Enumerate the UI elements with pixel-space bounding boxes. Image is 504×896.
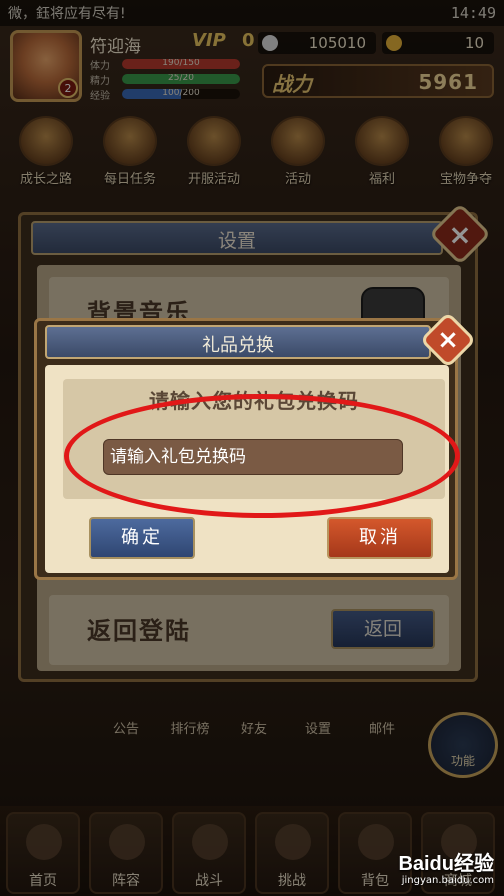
confirm-button[interactable]: 确定 — [89, 517, 195, 559]
watermark: Baidu经验 jingyan.baidu.com — [398, 853, 494, 886]
gift-redeem-dialog: 礼品兑换 请输入您的礼包兑换码 确定 取消 — [34, 318, 458, 580]
cancel-button[interactable]: 取消 — [327, 517, 433, 559]
watermark-brand: Baidu经验 — [398, 853, 494, 875]
watermark-url: jingyan.baidu.com — [401, 875, 494, 886]
gift-input-area: 请输入您的礼包兑换码 — [63, 379, 445, 499]
gift-prompt: 请输入您的礼包兑换码 — [149, 389, 359, 413]
gift-code-input[interactable] — [103, 439, 403, 475]
close-icon: × — [437, 325, 459, 355]
gift-dialog-body: 请输入您的礼包兑换码 确定 取消 — [45, 365, 449, 573]
gift-title-bar: 礼品兑换 — [45, 325, 431, 359]
gift-dialog-title: 礼品兑换 — [202, 335, 274, 356]
